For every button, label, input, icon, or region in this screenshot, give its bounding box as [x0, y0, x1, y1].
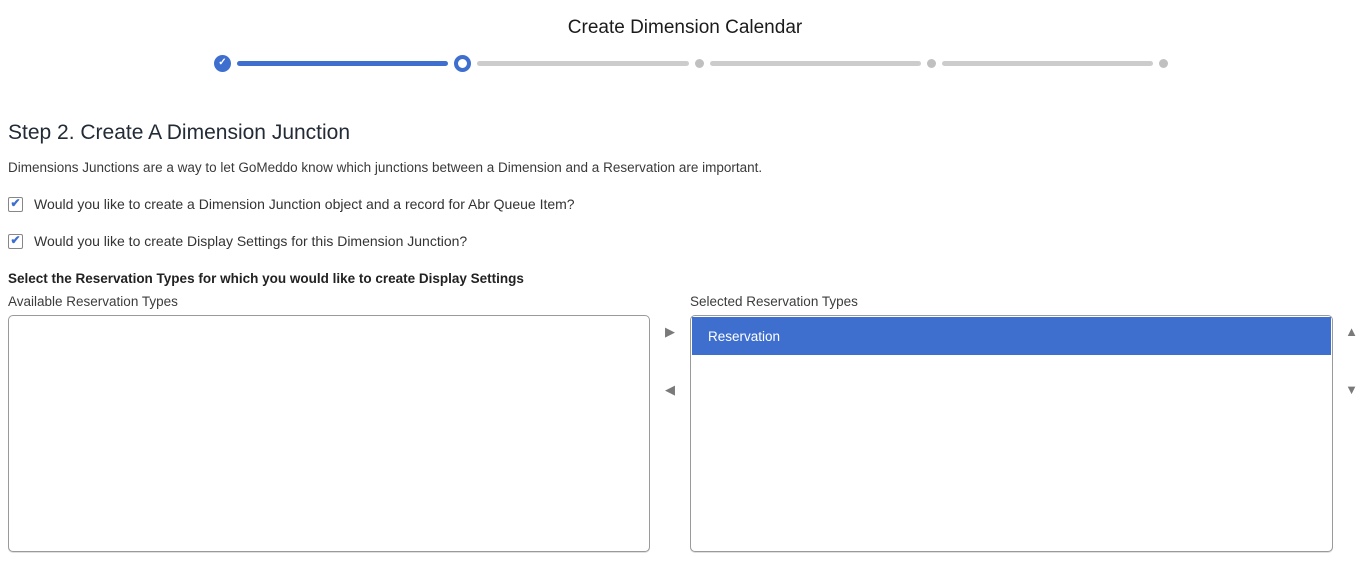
available-reservation-types-list[interactable]	[8, 315, 650, 552]
create-display-settings-checkbox[interactable]: ✔	[8, 234, 23, 249]
right-arrow-icon: ▶	[665, 324, 675, 339]
check-icon: ✔	[10, 234, 20, 246]
stepper-segment	[710, 61, 921, 66]
step-check-icon: ✓	[218, 58, 226, 68]
wizard-title: Create Dimension Calendar	[0, 0, 1370, 41]
step-1-indicator-completed: ✓	[214, 55, 231, 72]
available-column: Available Reservation Types	[8, 294, 650, 552]
step-description: Dimensions Junctions are a way to let Go…	[8, 160, 1370, 175]
step-2-indicator-current	[454, 55, 471, 72]
checkbox-row-display-settings: ✔ Would you like to create Display Setti…	[8, 233, 1370, 249]
reservation-type-picker: Available Reservation Types ▶ ◀ Selected…	[0, 294, 1370, 552]
step-3-indicator-upcoming	[695, 59, 704, 68]
up-arrow-icon: ▲	[1345, 324, 1358, 339]
step-4-indicator-upcoming	[927, 59, 936, 68]
step-5-indicator-upcoming	[1159, 59, 1168, 68]
checkbox-label: Would you like to create a Dimension Jun…	[34, 196, 575, 212]
list-item[interactable]: Reservation	[692, 317, 1331, 355]
stepper-segment	[237, 61, 448, 66]
move-controls: ▶ ◀	[650, 294, 690, 552]
move-up-button[interactable]: ▲	[1345, 324, 1358, 340]
down-arrow-icon: ▼	[1345, 382, 1358, 397]
stepper: ✓	[214, 52, 1168, 74]
left-arrow-icon: ◀	[665, 382, 675, 397]
selected-reservation-types-list[interactable]: Reservation	[690, 315, 1333, 552]
create-dimension-junction-checkbox[interactable]: ✔	[8, 197, 23, 212]
checkbox-label: Would you like to create Display Setting…	[34, 233, 467, 249]
move-down-button[interactable]: ▼	[1345, 382, 1358, 398]
step-heading: Step 2. Create A Dimension Junction	[8, 120, 1370, 146]
available-list-label: Available Reservation Types	[8, 294, 650, 310]
picker-instruction: Select the Reservation Types for which y…	[8, 271, 1370, 286]
check-icon: ✔	[10, 197, 20, 209]
reorder-controls: ▲ ▼	[1333, 294, 1370, 552]
selected-list-label: Selected Reservation Types	[690, 294, 1333, 310]
checkbox-row-dimension-junction: ✔ Would you like to create a Dimension J…	[8, 196, 1370, 212]
move-right-button[interactable]: ▶	[665, 324, 675, 340]
move-left-button[interactable]: ◀	[665, 382, 675, 398]
stepper-segment	[942, 61, 1153, 66]
stepper-segment	[477, 61, 688, 66]
selected-column: Selected Reservation Types Reservation	[690, 294, 1333, 552]
